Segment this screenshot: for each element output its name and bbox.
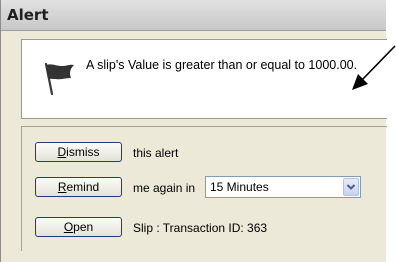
dismiss-button-label: Dismiss — [57, 145, 100, 159]
dismiss-description: this alert — [133, 146, 179, 160]
remind-button-label: Remind — [57, 180, 100, 194]
remind-description: me again in — [133, 181, 196, 195]
remind-button[interactable]: Remind — [35, 177, 122, 197]
dismiss-button[interactable]: Dismiss — [35, 142, 122, 162]
annotation-arrow-icon — [352, 45, 396, 90]
open-button[interactable]: Open — [35, 217, 122, 237]
message-panel: A slip's Value is greater than or equal … — [21, 39, 387, 119]
window-title: Alert — [7, 6, 49, 24]
flag-icon — [44, 62, 74, 96]
remind-interval-value: 15 Minutes — [210, 180, 269, 194]
dropdown-button[interactable] — [343, 178, 359, 196]
remind-interval-select[interactable]: 15 Minutes — [205, 176, 361, 198]
open-button-label: Open — [63, 220, 94, 234]
open-description: Slip : Transaction ID: 363 — [133, 221, 268, 235]
chevron-down-icon — [346, 184, 356, 190]
alert-message: A slip's Value is greater than or equal … — [86, 58, 358, 72]
title-bar[interactable]: Alert — [1, 0, 386, 31]
alert-window: Alert A slip's Value is greater than or … — [0, 0, 387, 262]
